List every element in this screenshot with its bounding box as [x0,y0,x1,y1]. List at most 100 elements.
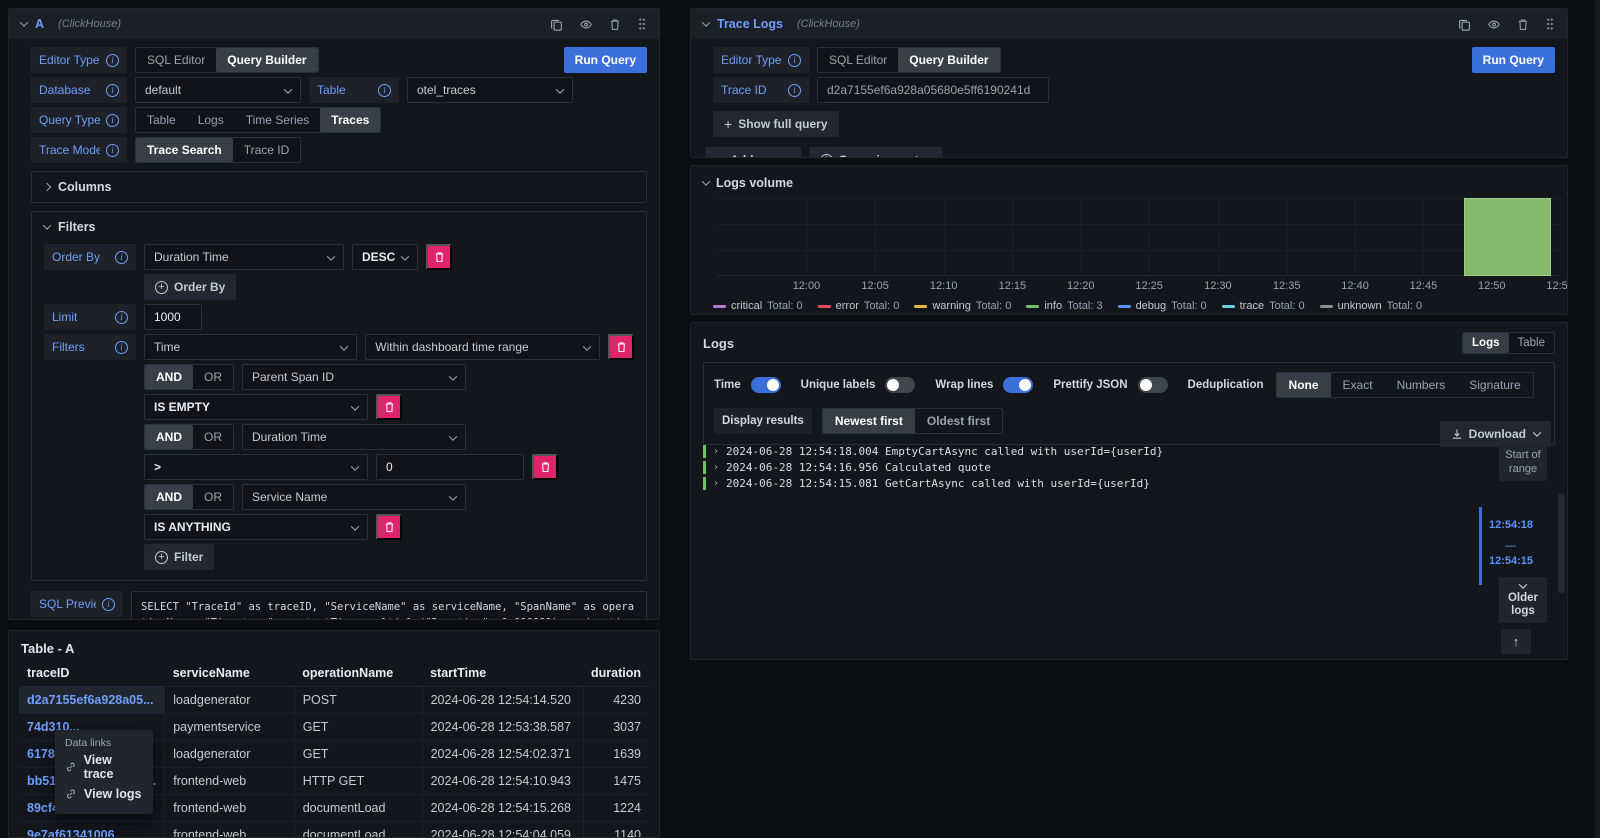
info-icon[interactable]: i [115,251,128,264]
expand-chevron-icon[interactable]: › [713,462,719,473]
info-icon[interactable]: i [102,598,115,611]
trace-link[interactable]: 9e7af61341006... [19,822,165,838]
filter1-field-select[interactable]: Parent Span ID [242,364,466,390]
query-builder-option[interactable]: Query Builder [898,48,999,72]
chevron-down-icon[interactable] [702,177,710,185]
and-option[interactable]: AND [145,425,193,449]
older-logs-button[interactable]: Older logs [1499,577,1547,623]
view-logs-link[interactable]: View logs [65,780,143,807]
remove-filter2-button[interactable] [532,454,558,480]
query-type-timeseries[interactable]: Time Series [235,108,321,132]
or-option[interactable]: OR [193,365,233,389]
duplicate-icon[interactable] [1458,18,1471,31]
database-select[interactable]: default [135,77,301,103]
info-icon[interactable]: i [106,54,119,67]
oldest-first-option[interactable]: Oldest first [915,409,1002,433]
eye-icon[interactable] [1487,18,1501,31]
log-range-timeline[interactable]: 12:54:18 — 12:54:15 [1479,507,1539,585]
info-icon[interactable]: i [106,114,119,127]
legend-debug[interactable]: debugTotal: 0 [1118,300,1207,312]
info-icon[interactable]: i [115,311,128,324]
sql-editor-option[interactable]: SQL Editor [818,48,898,72]
view-trace-link[interactable]: View trace [65,753,143,780]
col-traceid[interactable]: traceID [19,660,165,687]
trace-link[interactable]: d2a7155ef6a928a05... [19,687,165,714]
info-icon[interactable]: i [788,54,801,67]
or-option[interactable]: OR [193,425,233,449]
info-icon[interactable]: i [378,84,391,97]
collapse-chevron-icon[interactable] [702,18,710,26]
expand-chevron-icon[interactable]: › [713,446,719,457]
col-servicename[interactable]: serviceName [165,660,294,687]
remove-filter3-button[interactable] [376,514,402,540]
limit-input[interactable]: 1000 [144,304,202,330]
trace-search-option[interactable]: Trace Search [136,138,233,162]
log-line[interactable]: › 2024-06-28 12:54:18.004 EmptyCartAsync… [703,445,1457,458]
col-starttime[interactable]: startTime [422,660,583,687]
duplicate-icon[interactable] [550,18,563,31]
logs-scrollbar[interactable] [1558,493,1565,593]
trash-icon[interactable] [609,18,621,31]
newest-first-option[interactable]: Newest first [823,409,915,433]
logs-view-option[interactable]: Logs [1463,333,1508,353]
page-scrollbar[interactable] [1595,0,1600,838]
filter-time-operator-select[interactable]: Within dashboard time range [365,334,600,360]
unique-labels-toggle[interactable] [885,377,915,393]
filter2-field-select[interactable]: Duration Time [242,424,466,450]
run-query-button[interactable]: Run Query [1472,47,1555,73]
query-builder-option[interactable]: Query Builder [216,48,317,72]
col-duration[interactable]: duration [583,660,649,687]
columns-section[interactable]: Columns [31,171,647,203]
order-by-direction-select[interactable]: DESC [352,244,418,270]
legend-info[interactable]: infoTotal: 3 [1026,300,1102,312]
legend-unknown[interactable]: unknownTotal: 0 [1320,300,1423,312]
time-toggle[interactable] [751,377,781,393]
dedup-signature-option[interactable]: Signature [1457,373,1532,397]
remove-order-by-button[interactable] [426,244,452,270]
and-option[interactable]: AND [145,365,193,389]
remove-filter1-button[interactable] [376,394,402,420]
scroll-to-top-button[interactable]: ↑ [1501,629,1531,654]
filter2-value-input[interactable]: 0 [376,454,524,480]
run-query-button[interactable]: Run Query [564,47,647,73]
legend-trace[interactable]: traceTotal: 0 [1222,300,1305,312]
sql-editor-option[interactable]: SQL Editor [136,48,216,72]
info-icon[interactable]: i [788,84,801,97]
trace-id-option[interactable]: Trace ID [233,138,301,162]
info-icon[interactable]: i [106,144,119,157]
drag-handle-icon[interactable] [1545,17,1555,31]
prettify-json-toggle[interactable] [1138,377,1168,393]
query-type-traces[interactable]: Traces [320,108,380,132]
dedup-none-option[interactable]: None [1277,373,1331,397]
info-log-volume-bar[interactable] [1464,198,1551,276]
log-line[interactable]: › 2024-06-28 12:54:15.081 GetCartAsync c… [703,477,1457,490]
filter1-operator-select[interactable]: IS EMPTY [144,394,368,420]
trace-id-input[interactable]: d2a7155ef6a928a05680e5ff6190241d [817,77,1049,103]
filter3-operator-select[interactable]: IS ANYTHING [144,514,368,540]
drag-handle-icon[interactable] [637,17,647,31]
log-line[interactable]: › 2024-06-28 12:54:16.956 Calculated quo… [703,461,1457,474]
legend-error[interactable]: errorTotal: 0 [818,300,900,312]
and-option[interactable]: AND [145,485,193,509]
filter2-operator-select[interactable]: > [144,454,368,480]
legend-critical[interactable]: criticalTotal: 0 [713,300,803,312]
order-by-field-select[interactable]: Duration Time [144,244,344,270]
table-select[interactable]: otel_traces [407,77,573,103]
download-button[interactable]: Download [1440,421,1551,447]
expand-chevron-icon[interactable]: › [713,478,719,489]
query-type-logs[interactable]: Logs [187,108,235,132]
filter3-field-select[interactable]: Service Name [242,484,466,510]
query-inspector-button[interactable]: iQuery inspector [809,147,942,158]
info-icon[interactable]: i [106,84,119,97]
collapse-chevron-icon[interactable] [20,18,28,26]
show-full-query-button[interactable]: +Show full query [713,111,839,137]
wrap-lines-toggle[interactable] [1003,377,1033,393]
filters-section-header[interactable]: Filters [32,212,646,242]
add-query-button[interactable]: +Add query [705,147,801,158]
or-option[interactable]: OR [193,485,233,509]
dedup-exact-option[interactable]: Exact [1331,373,1385,397]
filter-time-field-select[interactable]: Time [144,334,357,360]
query-type-table[interactable]: Table [136,108,187,132]
table-view-option[interactable]: Table [1509,333,1555,353]
eye-icon[interactable] [579,18,593,31]
